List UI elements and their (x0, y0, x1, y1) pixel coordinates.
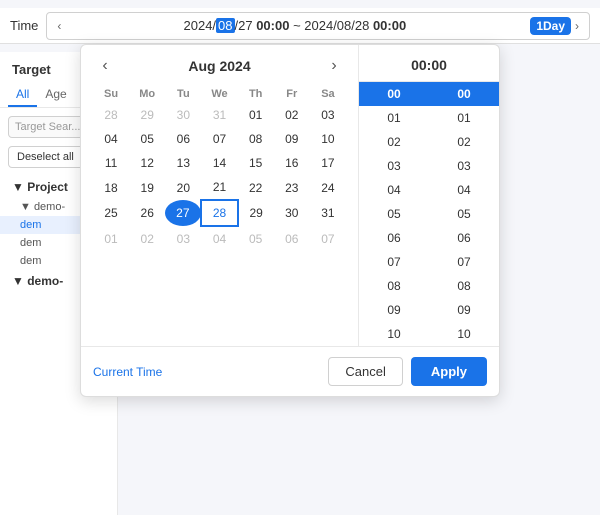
hour-item[interactable]: 06 (359, 226, 429, 250)
calendar-main: ‹ Aug 2024 › Su Mo Tu We Th Fr Sa (81, 45, 499, 346)
calendar-day[interactable]: 19 (129, 175, 165, 200)
time-range-value: 2024/08/27 00:00 ~ 2024/08/28 00:00 (65, 18, 524, 33)
hour-item[interactable]: 08 (359, 274, 429, 298)
minute-column[interactable]: 0001020304050607080910 (429, 82, 499, 346)
calendar-day[interactable]: 23 (274, 175, 310, 200)
tab-age[interactable]: Age (37, 83, 74, 107)
day-header-th: Th (238, 85, 274, 103)
calendar-day[interactable]: 07 (310, 226, 346, 251)
calendar-day[interactable]: 27 (165, 200, 201, 226)
calendar-header: ‹ Aug 2024 › (93, 57, 346, 75)
time-prev-arrow[interactable]: ‹ (53, 19, 65, 33)
calendar-month-year: Aug 2024 (188, 58, 250, 74)
hour-item[interactable]: 02 (359, 130, 429, 154)
calendar-day[interactable]: 14 (201, 151, 237, 175)
calendar-day[interactable]: 29 (129, 103, 165, 127)
day-header-sa: Sa (310, 85, 346, 103)
minute-item[interactable]: 05 (429, 202, 499, 226)
calendar-day[interactable]: 28 (93, 103, 129, 127)
minute-item[interactable]: 06 (429, 226, 499, 250)
hour-item[interactable]: 04 (359, 178, 429, 202)
hour-item[interactable]: 07 (359, 250, 429, 274)
time-columns: 0001020304050607080910 00010203040506070… (359, 82, 499, 346)
calendar-day[interactable]: 13 (165, 151, 201, 175)
apply-button[interactable]: Apply (411, 357, 487, 386)
calendar-day[interactable]: 05 (238, 226, 274, 251)
time-picker: 00:00 0001020304050607080910 00010203040… (359, 45, 499, 346)
calendar-day[interactable]: 30 (274, 200, 310, 226)
time-next-arrow[interactable]: › (571, 19, 583, 33)
calendar-day[interactable]: 12 (129, 151, 165, 175)
calendar-day[interactable]: 10 (310, 127, 346, 151)
calendar-day[interactable]: 02 (129, 226, 165, 251)
calendar-day[interactable]: 01 (238, 103, 274, 127)
calendar-day[interactable]: 21 (201, 175, 237, 200)
calendar-prev-button[interactable]: ‹ (93, 57, 117, 75)
calendar-day[interactable]: 06 (165, 127, 201, 151)
minute-item[interactable]: 09 (429, 298, 499, 322)
month-highlight: 08 (216, 18, 234, 33)
hour-item[interactable]: 01 (359, 106, 429, 130)
calendar-day[interactable]: 25 (93, 200, 129, 226)
minute-item[interactable]: 04 (429, 178, 499, 202)
day-header-we: We (201, 85, 237, 103)
calendar-day[interactable]: 30 (165, 103, 201, 127)
calendar-day[interactable]: 09 (274, 127, 310, 151)
calendar-day[interactable]: 24 (310, 175, 346, 200)
minute-item[interactable]: 03 (429, 154, 499, 178)
calendar-next-button[interactable]: › (322, 57, 346, 75)
hour-item[interactable]: 10 (359, 322, 429, 346)
day-header-fr: Fr (274, 85, 310, 103)
calendar-day[interactable]: 01 (93, 226, 129, 251)
calendar-day[interactable]: 04 (201, 226, 237, 251)
hour-item[interactable]: 05 (359, 202, 429, 226)
day-header-su: Su (93, 85, 129, 103)
calendar-popup: ‹ Aug 2024 › Su Mo Tu We Th Fr Sa (80, 44, 500, 397)
one-day-badge: 1Day (530, 17, 571, 35)
calendar-day[interactable]: 20 (165, 175, 201, 200)
day-header-tu: Tu (165, 85, 201, 103)
minute-item[interactable]: 07 (429, 250, 499, 274)
calendar-day[interactable]: 04 (93, 127, 129, 151)
time-label: Time (10, 18, 38, 33)
tab-all[interactable]: All (8, 83, 37, 107)
calendar-day[interactable]: 02 (274, 103, 310, 127)
cancel-button[interactable]: Cancel (328, 357, 402, 386)
calendar-day[interactable]: 29 (238, 200, 274, 226)
minute-item[interactable]: 10 (429, 322, 499, 346)
calendar-day[interactable]: 11 (93, 151, 129, 175)
calendar-day[interactable]: 18 (93, 175, 129, 200)
time-input-box[interactable]: ‹ 2024/08/27 00:00 ~ 2024/08/28 00:00 1D… (46, 12, 590, 40)
calendar-day[interactable]: 17 (310, 151, 346, 175)
time-bar: Time ‹ 2024/08/27 00:00 ~ 2024/08/28 00:… (0, 8, 600, 44)
day-header-mo: Mo (129, 85, 165, 103)
time-picker-header: 00:00 (359, 45, 499, 82)
minute-item[interactable]: 01 (429, 106, 499, 130)
minute-item[interactable]: 02 (429, 130, 499, 154)
calendar-grid: Su Mo Tu We Th Fr Sa 2829303101020304050… (93, 85, 346, 251)
calendar-day[interactable]: 03 (165, 226, 201, 251)
hour-item[interactable]: 09 (359, 298, 429, 322)
calendar-day[interactable]: 22 (238, 175, 274, 200)
calendar-day[interactable]: 03 (310, 103, 346, 127)
calendar-day[interactable]: 15 (238, 151, 274, 175)
calendar-day[interactable]: 31 (201, 103, 237, 127)
calendar-day[interactable]: 06 (274, 226, 310, 251)
calendar-day[interactable]: 31 (310, 200, 346, 226)
calendar-day[interactable]: 05 (129, 127, 165, 151)
calendar-day[interactable]: 16 (274, 151, 310, 175)
calendar-day[interactable]: 28 (201, 200, 237, 226)
hour-column[interactable]: 0001020304050607080910 (359, 82, 429, 346)
hour-item[interactable]: 03 (359, 154, 429, 178)
hour-item[interactable]: 00 (359, 82, 429, 106)
minute-item[interactable]: 08 (429, 274, 499, 298)
minute-item[interactable]: 00 (429, 82, 499, 106)
calendar-day[interactable]: 07 (201, 127, 237, 151)
calendar-day[interactable]: 26 (129, 200, 165, 226)
calendar-left: ‹ Aug 2024 › Su Mo Tu We Th Fr Sa (81, 45, 359, 346)
footer-actions: Cancel Apply (328, 357, 487, 386)
calendar-footer: Current Time Cancel Apply (81, 346, 499, 396)
current-time-button[interactable]: Current Time (93, 365, 162, 379)
calendar-day[interactable]: 08 (238, 127, 274, 151)
